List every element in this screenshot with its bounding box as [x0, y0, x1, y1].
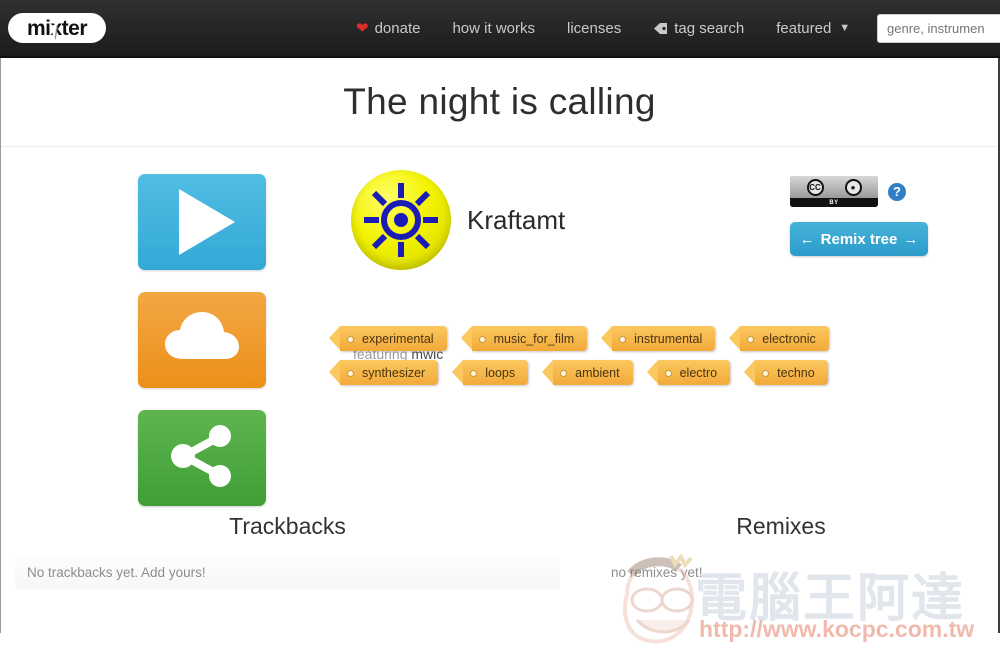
- play-icon: [179, 189, 235, 255]
- trackbacks-empty-text[interactable]: No trackbacks yet. Add yours!: [15, 556, 560, 589]
- cloud-download-icon: [163, 309, 241, 372]
- share-button[interactable]: [138, 410, 266, 506]
- nav-item-tag-search[interactable]: tag search: [637, 20, 760, 37]
- sun-symbol-icon: [364, 183, 438, 257]
- help-icon[interactable]: ?: [888, 182, 906, 201]
- tag-item[interactable]: experimental: [329, 326, 447, 351]
- title-bar: The night is calling: [1, 58, 998, 147]
- search-input[interactable]: [877, 14, 1000, 43]
- chevron-down-icon: ▼: [839, 22, 851, 34]
- tag-item[interactable]: electronic: [729, 326, 829, 351]
- remixes-empty-text: no remixes yet!: [611, 565, 703, 580]
- tag-icon: [653, 22, 668, 35]
- action-buttons: [138, 174, 266, 506]
- tag-list: experimental music_for_film instrumental…: [328, 326, 859, 385]
- remix-tree-button[interactable]: ← Remix tree →: [790, 222, 928, 256]
- share-icon: [169, 424, 235, 492]
- cc-icon: CC: [806, 178, 824, 196]
- tag-item[interactable]: loops: [452, 360, 529, 385]
- tag-item[interactable]: techno: [744, 360, 828, 385]
- page-title: The night is calling: [343, 81, 656, 122]
- nav-item-label: donate: [374, 19, 421, 37]
- attribution-person-icon: ●: [844, 178, 862, 196]
- heart-icon: ❤: [356, 19, 369, 37]
- nav-item-label: how it works: [452, 19, 535, 37]
- arrow-right-icon: →: [903, 230, 919, 248]
- site-logo[interactable]: mixter: [8, 13, 106, 43]
- top-navbar: mixter ❤ donate how it works licenses ta…: [0, 0, 1000, 58]
- remix-tree-label: Remix tree: [820, 230, 898, 248]
- license-row: CC ● BY ?: [790, 176, 906, 207]
- nav-links: ❤ donate how it works licenses tag searc…: [340, 20, 866, 37]
- artist-row: Kraftamt: [351, 170, 565, 270]
- tag-item[interactable]: instrumental: [601, 326, 716, 351]
- cc-license-badge[interactable]: CC ● BY: [790, 176, 878, 207]
- nav-item-how-it-works[interactable]: how it works: [436, 20, 551, 37]
- remixes-section: Remixes no remixes yet!: [581, 513, 981, 589]
- cc-badge-top: CC ●: [790, 176, 878, 198]
- tag-item[interactable]: electro: [646, 360, 731, 385]
- tag-item[interactable]: ambient: [542, 360, 633, 385]
- play-button[interactable]: [138, 174, 266, 270]
- nav-item-label: featured: [776, 19, 832, 37]
- tag-item[interactable]: music_for_film: [460, 326, 588, 351]
- cc-badge-label: BY: [790, 198, 878, 207]
- trackbacks-section: Trackbacks No trackbacks yet. Add yours!: [15, 513, 560, 589]
- nav-item-donate[interactable]: ❤ donate: [340, 20, 436, 37]
- remixes-title: Remixes: [736, 513, 826, 539]
- tag-item[interactable]: synthesizer: [328, 360, 439, 385]
- artist-name[interactable]: Kraftamt: [467, 205, 565, 236]
- avatar[interactable]: [351, 170, 451, 270]
- arrow-left-icon: ←: [799, 230, 815, 248]
- watermark-url: http://www.kocpc.com.tw: [699, 616, 975, 642]
- nav-item-label: tag search: [674, 19, 745, 37]
- nav-item-licenses[interactable]: licenses: [551, 20, 637, 37]
- download-button[interactable]: [138, 292, 266, 388]
- nav-item-featured[interactable]: featured ▼: [760, 20, 866, 37]
- page-content: The night is calling Kraftamt featuring …: [0, 58, 1000, 644]
- nav-item-label: licenses: [567, 19, 622, 37]
- trackbacks-title: Trackbacks: [229, 513, 346, 539]
